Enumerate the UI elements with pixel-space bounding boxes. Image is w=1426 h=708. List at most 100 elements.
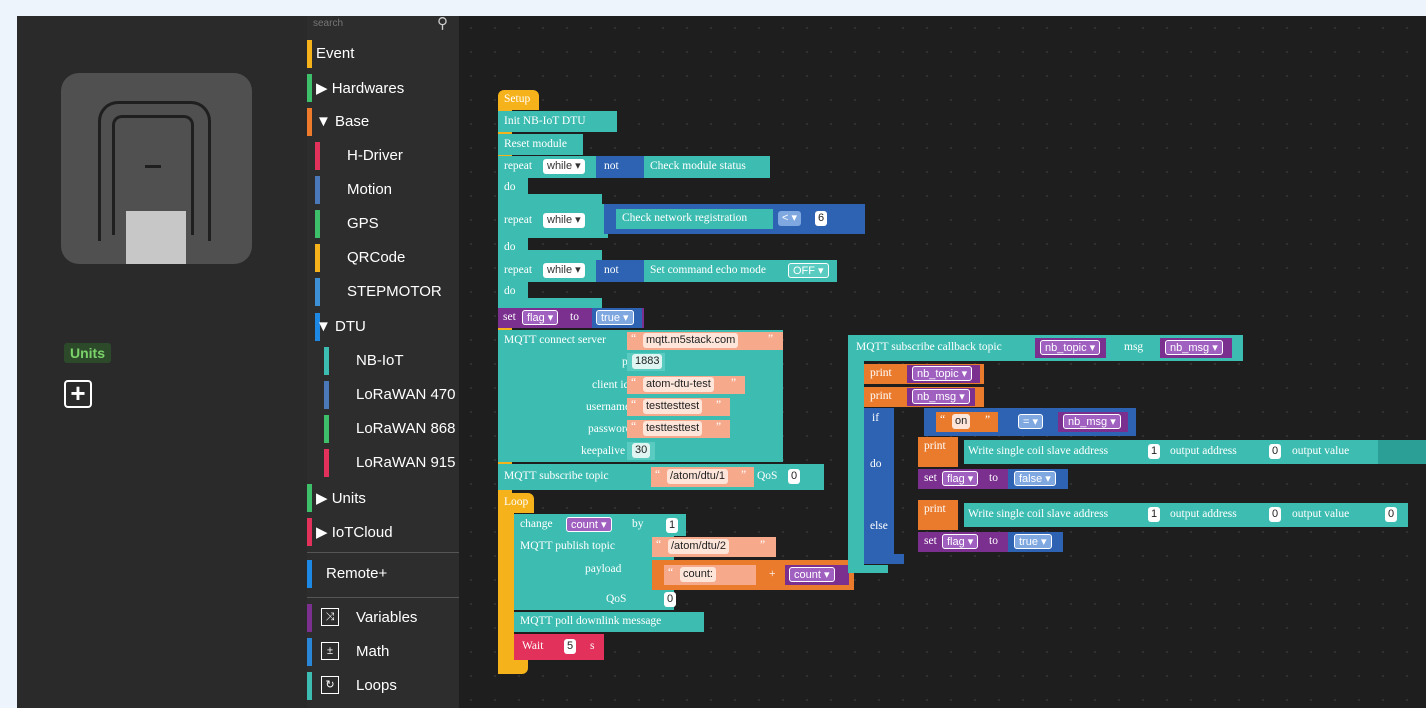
category-color-bar: [307, 40, 312, 68]
not-block-1[interactable]: not: [596, 156, 644, 178]
echo-mode-dropdown[interactable]: OFF ▾: [788, 263, 829, 278]
category-color-bar: [307, 74, 312, 102]
nb-topic-param[interactable]: nb_topic ▾: [1035, 338, 1106, 358]
check-network-registration-block[interactable]: Check network registration: [616, 209, 773, 229]
category-color-bar: [307, 484, 312, 512]
print-msg-block[interactable]: print nb_msg ▾: [864, 387, 984, 407]
init-nbiot-block[interactable]: Init NB-IoT DTU: [498, 111, 617, 132]
set-echo-mode-block[interactable]: Set command echo mode OFF ▾: [644, 260, 837, 282]
category-color-bar: [315, 176, 320, 204]
set-flag-block[interactable]: set flag ▾ to true ▾: [498, 308, 644, 328]
nb-msg-param[interactable]: nb_msg ▾: [1160, 338, 1232, 358]
while-dropdown[interactable]: while ▾: [543, 159, 585, 174]
concat-block[interactable]: “count: + count ▾: [652, 560, 854, 590]
qos-field[interactable]: 0: [788, 469, 801, 484]
category-qrcode[interactable]: QRCode: [307, 241, 459, 275]
repeat-block-3[interactable]: repeat while ▾: [498, 260, 608, 282]
wait-block[interactable]: Wait 5 s: [514, 634, 604, 660]
print-coil-block-1[interactable]: print: [918, 437, 958, 467]
if-end: [864, 554, 904, 564]
add-unit-button[interactable]: +: [64, 380, 92, 408]
category-units[interactable]: ▶ Units: [307, 481, 459, 515]
atom-device-image: [61, 73, 252, 264]
equals-dropdown[interactable]: = ▾: [1018, 414, 1044, 429]
category-motion[interactable]: Motion: [307, 173, 459, 207]
print-coil-block-2[interactable]: print: [918, 500, 958, 530]
sidebar-divider: [307, 552, 459, 553]
category-color-bar: [324, 347, 329, 375]
app-window: Units + ⚲ Event▶ Hardwares▼ BaseH-Driver…: [17, 16, 1426, 708]
username-string[interactable]: “testtesttest”: [627, 398, 730, 416]
category-hardwares[interactable]: ▶ Hardwares: [307, 71, 459, 105]
subscribe-topic-string[interactable]: “/atom/dtu/1”: [651, 467, 754, 487]
nb-msg-variable[interactable]: nb_msg ▾: [1058, 412, 1128, 432]
bool-block[interactable]: true ▾: [592, 308, 642, 328]
server-string[interactable]: “mqtt.m5stack.com”: [627, 332, 783, 350]
category-nb-iot[interactable]: NB-IoT: [307, 344, 459, 378]
block-workspace[interactable]: Setup Init NB-IoT DTU Reset module repea…: [459, 16, 1426, 708]
by-field[interactable]: 1: [666, 518, 679, 533]
device-panel: Units +: [17, 16, 307, 708]
publish-qos-field[interactable]: 0: [664, 592, 677, 607]
flag-dropdown[interactable]: flag ▾: [522, 310, 559, 325]
set-flag-true-block[interactable]: set flag ▾ to true ▾: [918, 532, 1063, 552]
category-gps[interactable]: GPS: [307, 207, 459, 241]
print-topic-block[interactable]: print nb_topic ▾: [864, 364, 984, 384]
password-string[interactable]: “testtesttest”: [627, 420, 730, 438]
category-lorawan-868[interactable]: LoRaWAN 868: [307, 412, 459, 446]
reset-module-block[interactable]: Reset module: [498, 134, 583, 155]
port-number[interactable]: 1883: [627, 353, 665, 371]
loop-block[interactable]: Loop: [498, 493, 534, 513]
category-base[interactable]: ▼ Base: [307, 105, 459, 139]
category-color-bar: [307, 604, 312, 632]
category-lorawan-470[interactable]: LoRaWAN 470: [307, 378, 459, 412]
not-block-3[interactable]: not: [596, 260, 644, 282]
mqtt-callback-block[interactable]: MQTT subscribe callback topic nb_topic ▾…: [848, 335, 1243, 361]
search-input[interactable]: [313, 16, 433, 30]
publish-topic-string[interactable]: “/atom/dtu/2”: [652, 537, 776, 557]
repeat-block-2[interactable]: repeat while ▾: [498, 204, 608, 238]
if-else-block[interactable]: if do else: [864, 408, 894, 562]
check-module-status-block[interactable]: Check module status: [644, 156, 770, 178]
category-iotcloud[interactable]: ▶ IoTCloud: [307, 515, 459, 549]
write-coil-block-1[interactable]: Write single coil slave address 1 output…: [964, 440, 1421, 464]
variables-icon: ⤨: [321, 608, 339, 626]
category-loops[interactable]: ↻ Loops: [307, 669, 459, 703]
search-icon[interactable]: ⚲: [437, 16, 448, 32]
category-event[interactable]: Event: [307, 37, 459, 71]
keepalive-number[interactable]: 30: [627, 442, 655, 460]
client-id-string[interactable]: “atom-dtu-test”: [627, 376, 745, 394]
block-category-sidebar: ⚲ Event▶ Hardwares▼ BaseH-DriverMotionGP…: [307, 16, 459, 708]
equals-block[interactable]: “on” = ▾ nb_msg ▾: [924, 408, 1136, 436]
category-h-driver[interactable]: H-Driver: [307, 139, 459, 173]
setup-block[interactable]: Setup: [498, 90, 539, 110]
on-string[interactable]: “on”: [936, 412, 998, 432]
category-remote[interactable]: Remote+: [307, 557, 459, 591]
while-dropdown[interactable]: while ▾: [543, 263, 585, 278]
write-coil-block-1-tail: [1378, 440, 1426, 464]
category-math[interactable]: ± Math: [307, 635, 459, 669]
count-variable[interactable]: count ▾: [785, 565, 849, 585]
count-dropdown[interactable]: count ▾: [566, 517, 612, 532]
loops-icon: ↻: [321, 676, 339, 694]
mqtt-publish-block[interactable]: MQTT publish topic payload QoS: [514, 536, 674, 610]
category-color-bar: [307, 638, 312, 666]
number-field[interactable]: 6: [815, 211, 828, 226]
mqtt-poll-block[interactable]: MQTT poll downlink message: [514, 612, 704, 632]
count-label-string[interactable]: “count:: [664, 565, 756, 585]
category-color-bar: [324, 381, 329, 409]
compare-block[interactable]: Check network registration < ▾ 6: [604, 204, 865, 234]
wait-field[interactable]: 5: [564, 639, 577, 654]
category-lorawan-915[interactable]: LoRaWAN 915: [307, 446, 459, 480]
category-color-bar: [307, 560, 312, 588]
set-flag-false-block[interactable]: set flag ▾ to false ▾: [918, 469, 1068, 489]
write-coil-block-2[interactable]: Write single coil slave address 1 output…: [964, 503, 1408, 527]
category-dtu[interactable]: ▼ DTU: [307, 310, 459, 344]
category-stepmotor[interactable]: STEPMOTOR: [307, 275, 459, 309]
while-dropdown[interactable]: while ▾: [543, 213, 585, 228]
change-count-block[interactable]: change count ▾ by 1: [514, 514, 686, 536]
operator-dropdown[interactable]: < ▾: [778, 211, 802, 226]
repeat-end-2: [498, 250, 602, 260]
category-color-bar: [324, 449, 329, 477]
category-variables[interactable]: ⤨ Variables: [307, 601, 459, 635]
